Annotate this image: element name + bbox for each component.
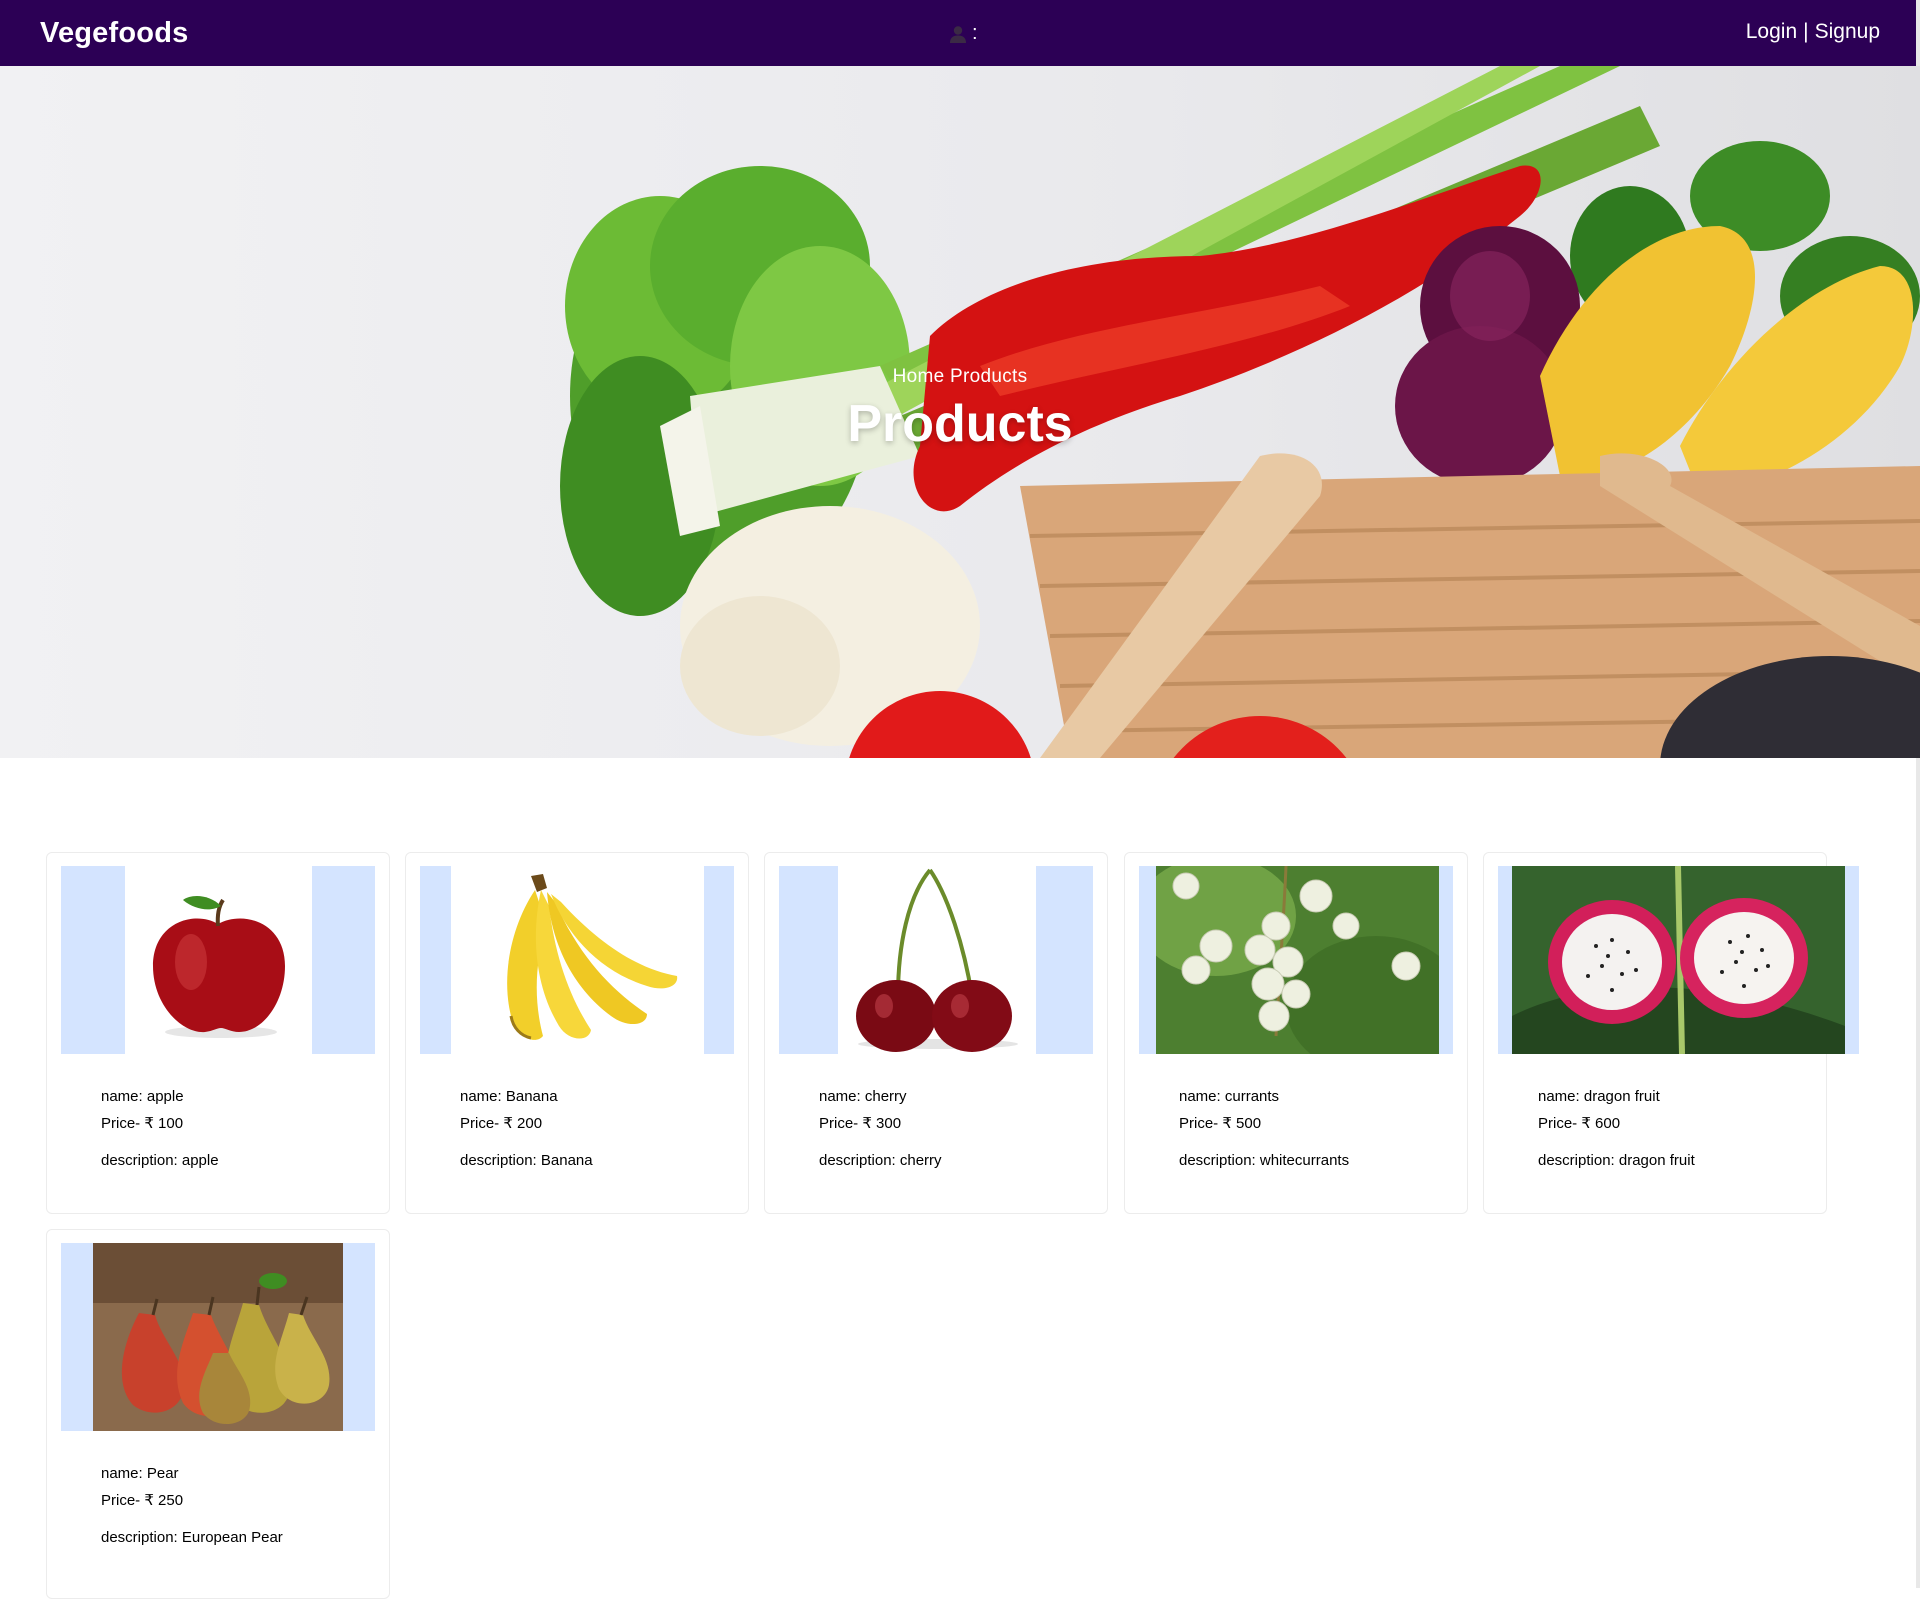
product-price: Price- ₹ 250 [101,1492,184,1509]
cherry-image [856,868,1018,1052]
product-name: name: Pear [101,1465,179,1482]
dragon-fruit-image [1512,866,1845,1054]
product-image[interactable] [1498,866,1859,1054]
product-name: name: Banana [460,1088,558,1105]
product-name: name: dragon fruit [1538,1088,1660,1105]
breadcrumb-current: Products [950,366,1028,387]
banana-image [507,874,678,1040]
page-title: Products [847,395,1073,453]
brand-logo[interactable]: Vegefoods [40,17,188,50]
product-image[interactable] [61,866,375,1054]
user-icon [950,25,966,43]
product-card[interactable]: name: Pear Price- ₹ 250 description: Eur… [46,1229,390,1599]
product-description: description: whitecurrants [1179,1152,1350,1169]
auth-separator: | [1803,20,1809,43]
product-info: name: dragon fruit Price- ₹ 600 descript… [1538,1089,1695,1168]
product-description: description: cherry [819,1152,942,1169]
product-image[interactable] [61,1243,375,1431]
breadcrumb-home-link[interactable]: Home [893,366,945,387]
product-price: Price- ₹ 600 [1538,1115,1621,1132]
product-image[interactable] [779,866,1093,1054]
product-image[interactable] [420,866,734,1054]
user-name-label: : [972,22,978,44]
product-card[interactable]: name: Banana Price- ₹ 200 description: B… [405,852,749,1214]
product-card[interactable]: name: cherry Price- ₹ 300 description: c… [764,852,1108,1214]
product-price: Price- ₹ 200 [460,1115,543,1132]
signup-link[interactable]: Signup [1815,20,1880,44]
product-name: name: currants [1179,1088,1280,1105]
product-description: description: European Pear [101,1529,283,1546]
product-card[interactable]: name: apple Price- ₹ 100 description: ap… [46,852,390,1214]
user-indicator[interactable]: : [948,22,978,45]
product-card[interactable]: name: currants Price- ₹ 500 description:… [1124,852,1468,1214]
product-name: name: cherry [819,1088,907,1105]
product-description: description: dragon fruit [1538,1152,1695,1169]
product-price: Price- ₹ 100 [101,1115,184,1132]
product-price: Price- ₹ 500 [1179,1115,1262,1132]
product-name: name: apple [101,1088,184,1105]
login-link[interactable]: Login [1746,20,1797,44]
product-info: name: Banana Price- ₹ 200 description: B… [460,1089,593,1168]
product-info: name: cherry Price- ₹ 300 description: c… [819,1089,942,1168]
pear-image [93,1243,343,1431]
apple-image [153,896,285,1038]
breadcrumb: Home Products [0,366,1920,388]
product-info: name: currants Price- ₹ 500 description:… [1179,1089,1349,1168]
product-price: Price- ₹ 300 [819,1115,902,1132]
product-info: name: apple Price- ₹ 100 description: ap… [101,1089,219,1168]
auth-links: Login | Signup [1746,20,1880,44]
product-card[interactable]: name: dragon fruit Price- ₹ 600 descript… [1483,852,1859,1214]
product-description: description: Banana [460,1152,593,1169]
product-info: name: Pear Price- ₹ 250 description: Eur… [101,1466,283,1545]
product-description: description: apple [101,1152,219,1169]
hero-banner: Home Products Products [0,66,1920,758]
product-image[interactable] [1139,866,1453,1054]
whitecurrants-image [1156,866,1439,1054]
hero-heading-block: Home Products Products [0,366,1920,454]
